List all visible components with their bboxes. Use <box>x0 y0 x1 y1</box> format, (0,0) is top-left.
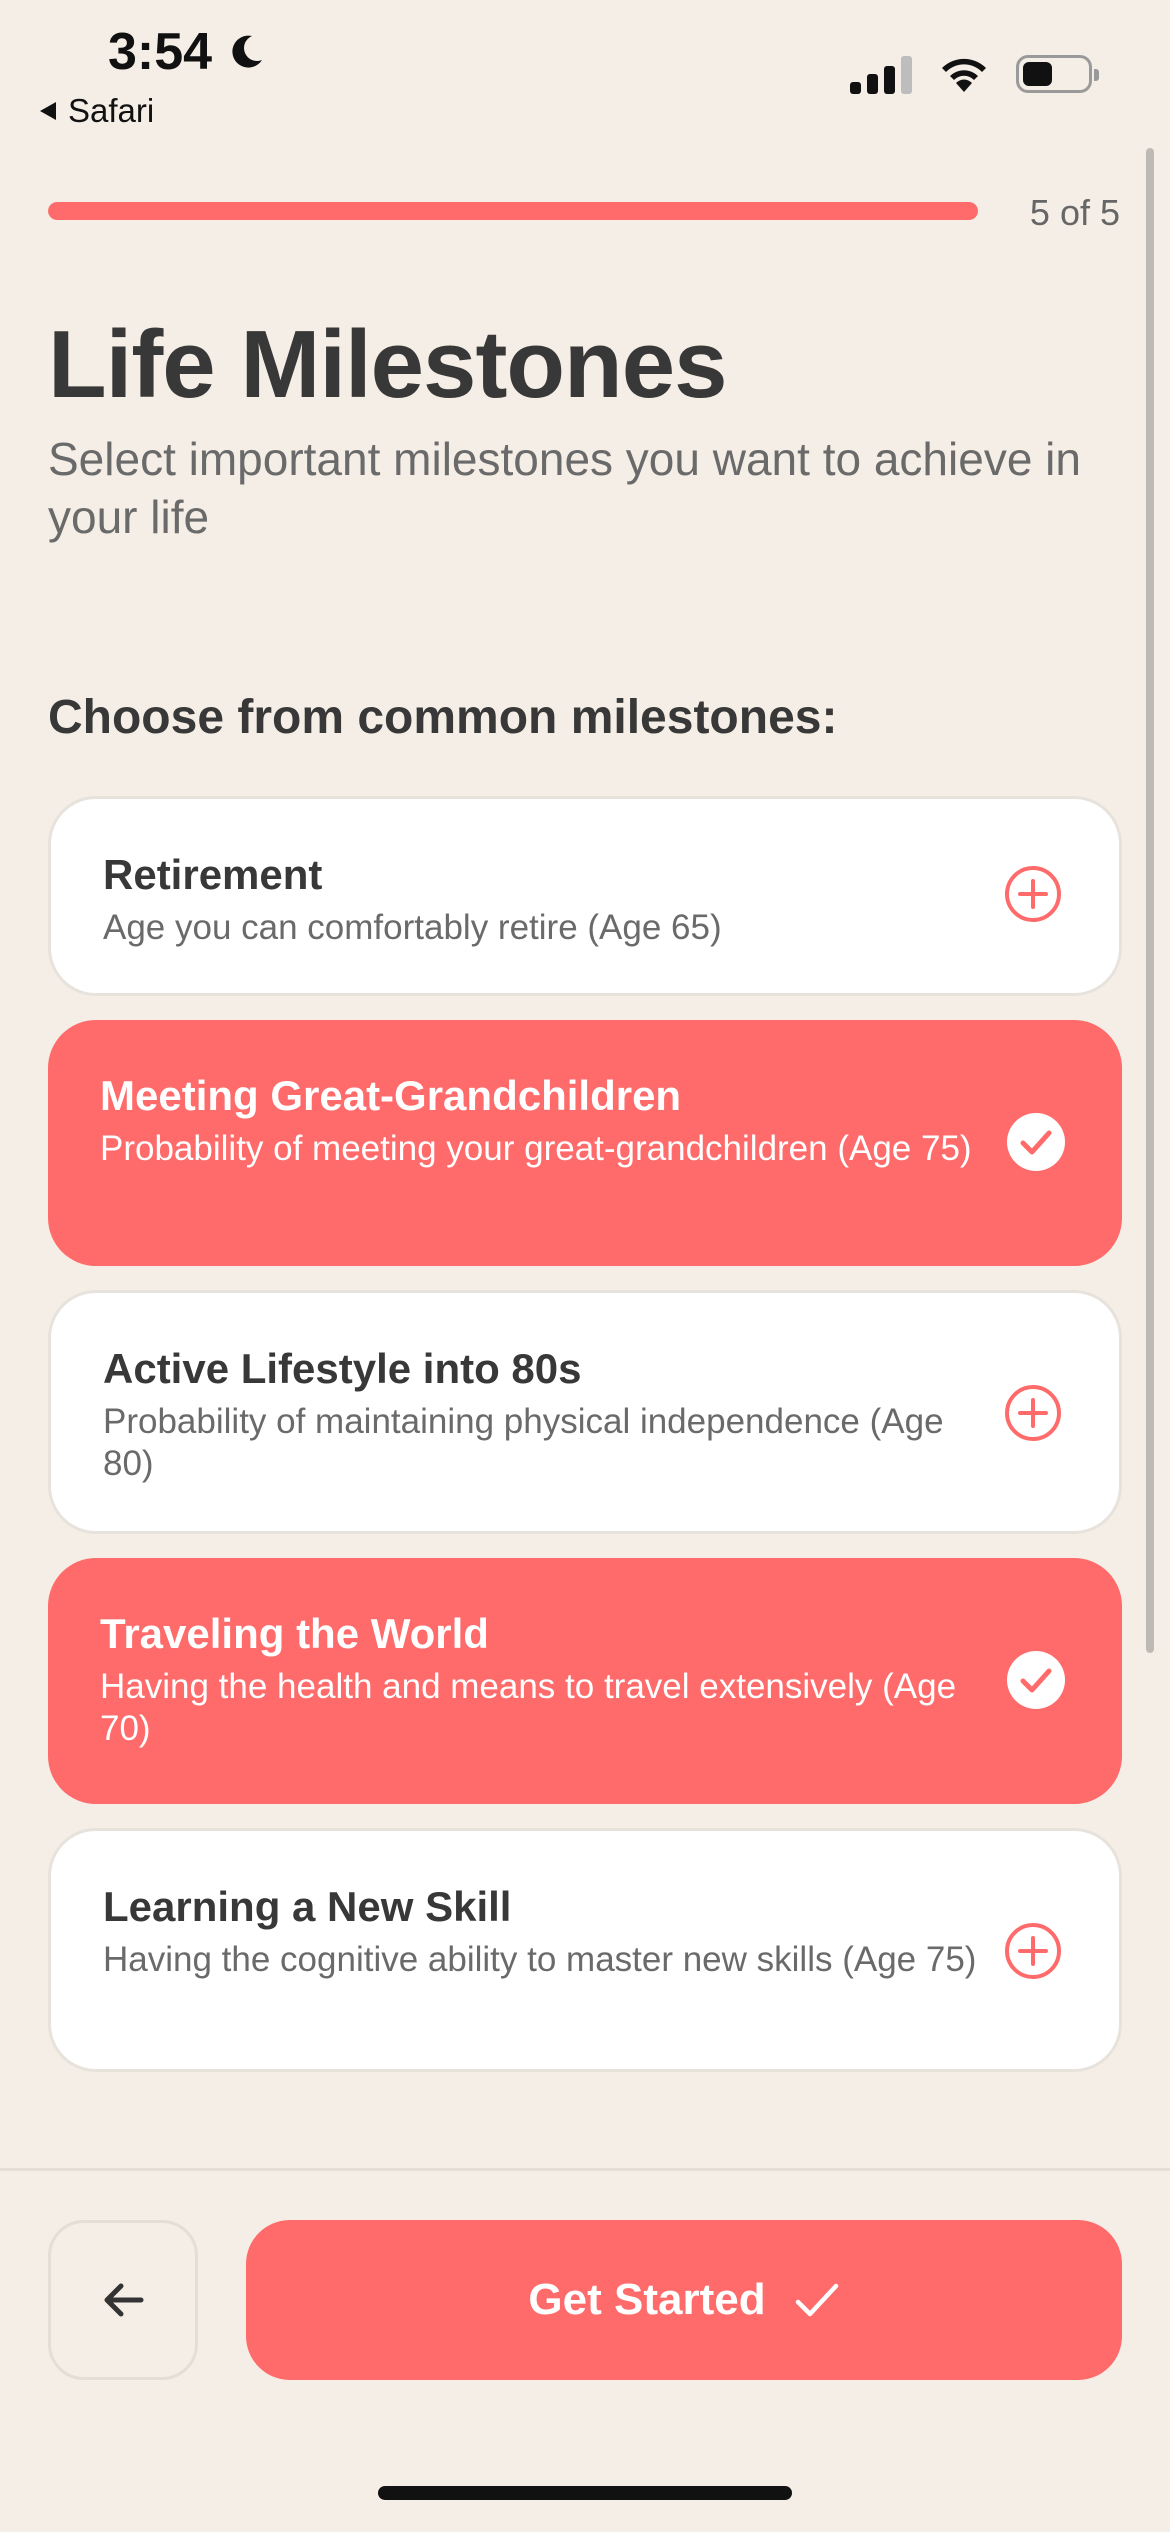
battery-icon <box>1016 55 1099 93</box>
milestone-card-new-skill[interactable]: Learning a New Skill Having the cognitiv… <box>48 1828 1122 2072</box>
milestone-description: Having the health and means to travel ex… <box>100 1667 957 1748</box>
check-circle-icon[interactable] <box>1006 1112 1066 1172</box>
back-app-label: Safari <box>68 92 155 129</box>
milestone-card-active-lifestyle[interactable]: Active Lifestyle into 80s Probability of… <box>48 1290 1122 1534</box>
milestone-card-great-grandchildren[interactable]: Meeting Great-Grandchildren Probability … <box>48 1020 1122 1266</box>
cellular-signal-icon <box>850 54 912 94</box>
progress-bar <box>48 202 978 220</box>
milestone-title: Meeting Great-Grandchildren <box>100 1072 682 1119</box>
milestone-card-retirement[interactable]: Retirement Age you can comfortably retir… <box>48 796 1122 996</box>
milestone-title: Traveling the World <box>100 1610 489 1657</box>
scrollbar[interactable] <box>1146 148 1154 1653</box>
milestone-card-traveling[interactable]: Traveling the World Having the health an… <box>48 1558 1122 1804</box>
footer-divider <box>0 2168 1170 2171</box>
progress-label: 5 of 5 <box>1029 192 1120 233</box>
section-label: Choose from common milestones: <box>48 691 838 744</box>
milestone-description: Age you can comfortably retire (Age 65) <box>103 908 722 947</box>
plus-circle-icon[interactable] <box>1003 1921 1063 1981</box>
checkmark-icon <box>795 2283 838 2317</box>
clock-text: 3:54 <box>108 23 213 81</box>
milestone-title: Retirement <box>103 851 323 898</box>
milestone-description: Probability of maintaining physical inde… <box>103 1402 944 1483</box>
page-title: Life Milestones <box>48 311 727 418</box>
progress-fill <box>48 202 978 220</box>
wifi-icon <box>942 58 986 92</box>
home-indicator[interactable] <box>378 2486 792 2500</box>
milestone-title: Learning a New Skill <box>103 1883 512 1930</box>
get-started-label: Get Started <box>528 2275 766 2324</box>
screen: 3:54 Safari 5 of 5 Life Milestones Selec… <box>0 0 1170 2532</box>
status-time: 3:54 <box>108 22 266 82</box>
milestone-description: Having the cognitive ability to master n… <box>103 1940 977 1979</box>
page-subtitle: Select important milestones you want to … <box>48 433 1081 543</box>
plus-circle-icon[interactable] <box>1003 1383 1063 1443</box>
back-to-safari[interactable]: Safari <box>38 92 154 130</box>
arrow-left-icon <box>104 2283 144 2317</box>
back-button[interactable] <box>48 2220 198 2380</box>
back-triangle-icon <box>40 102 56 120</box>
milestone-description: Probability of meeting your great-grandc… <box>100 1129 972 1168</box>
plus-circle-icon[interactable] <box>1003 864 1063 924</box>
milestone-title: Active Lifestyle into 80s <box>103 1345 582 1392</box>
moon-icon <box>232 35 263 68</box>
status-icons <box>850 54 1099 94</box>
check-circle-icon[interactable] <box>1006 1650 1066 1710</box>
get-started-button[interactable]: Get Started <box>246 2220 1122 2380</box>
